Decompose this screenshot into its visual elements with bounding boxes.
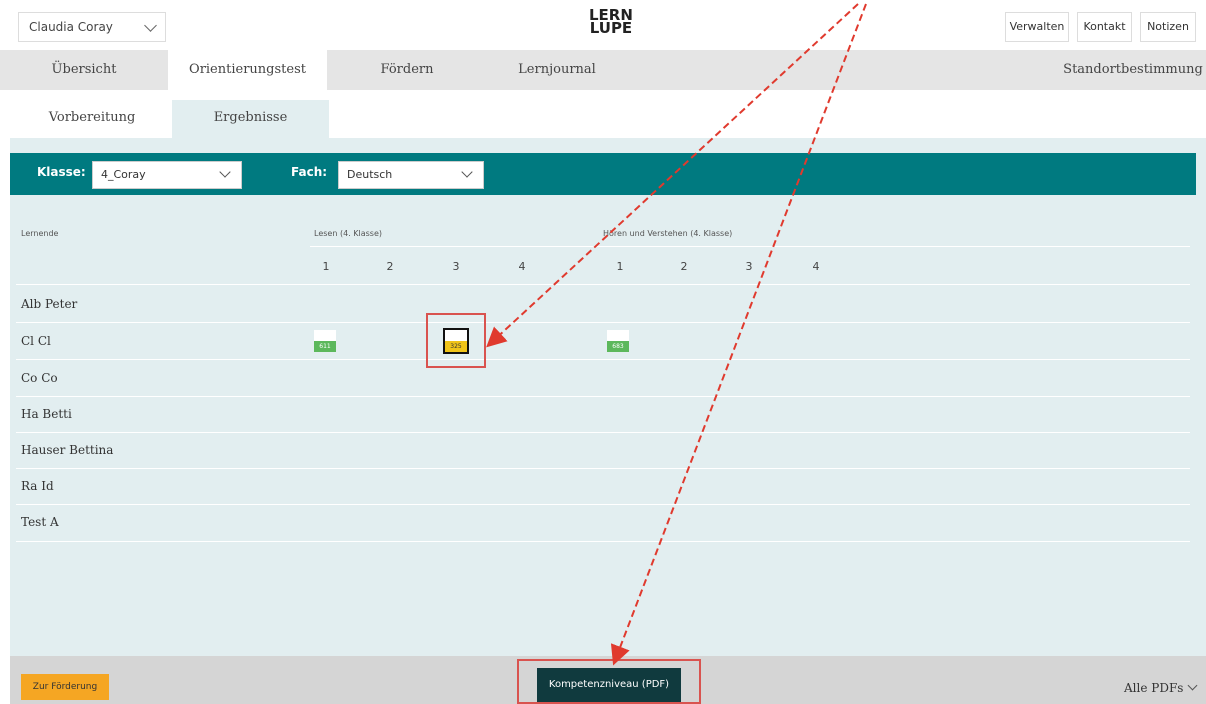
tab-orientierungstest[interactable]: Orientierungstest: [168, 50, 327, 90]
chevron-down-icon: [1187, 680, 1198, 691]
fach-value: Deutsch: [347, 168, 393, 181]
zur-foerderung-button[interactable]: Zur Förderung: [21, 674, 109, 700]
level-hoeren-2: 2: [680, 260, 688, 273]
chevron-down-icon: [144, 19, 157, 32]
level-lesen-3: 3: [452, 260, 460, 273]
student-name[interactable]: Alb Peter: [21, 297, 77, 311]
student-name[interactable]: Co Co: [21, 371, 58, 385]
user-select[interactable]: Claudia Coray: [18, 12, 166, 42]
score-value: 611: [314, 341, 336, 352]
row-divider: [16, 468, 1190, 469]
verwalten-button[interactable]: Verwalten: [1005, 12, 1069, 42]
row-divider: [16, 504, 1190, 505]
logo-line-2: LUPE: [589, 19, 633, 37]
score-cell[interactable]: 683: [607, 330, 629, 352]
tab-lernjournal[interactable]: Lernjournal: [487, 50, 627, 90]
student-name[interactable]: Hauser Bettina: [21, 443, 113, 457]
tab-vorbereitung[interactable]: Vorbereitung: [12, 100, 172, 138]
sub-tabs: Vorbereitung Ergebnisse: [0, 100, 1206, 138]
level-lesen-4: 4: [518, 260, 526, 273]
chevron-down-icon: [219, 166, 231, 178]
user-name: Claudia Coray: [29, 20, 113, 34]
top-bar: Claudia Coray LERN LUPE Verwalten Kontak…: [0, 0, 1206, 50]
klasse-label: Klasse:: [37, 165, 86, 179]
level-lesen-1: 1: [322, 260, 330, 273]
student-name[interactable]: Cl Cl: [21, 334, 51, 348]
tab-ergebnisse[interactable]: Ergebnisse: [172, 100, 329, 138]
klasse-value: 4_Coray: [101, 168, 146, 181]
row-divider: [16, 359, 1190, 360]
row-divider: [16, 284, 1190, 285]
logo: LERN LUPE: [589, 8, 633, 37]
row-divider: [16, 322, 1190, 323]
app-root: Claudia Coray LERN LUPE Verwalten Kontak…: [0, 0, 1206, 704]
kontakt-button[interactable]: Kontakt: [1077, 12, 1132, 42]
score-cell[interactable]: 611: [314, 330, 336, 352]
tab-foerdern[interactable]: Fördern: [327, 50, 487, 90]
student-name[interactable]: Test A: [21, 515, 59, 529]
column-header-hoeren: Hören und Verstehen (4. Klasse): [603, 229, 733, 238]
row-divider: [16, 432, 1190, 433]
header-divider: [310, 246, 1190, 247]
level-hoeren-1: 1: [616, 260, 624, 273]
tab-standortbestimmung[interactable]: Standortbestimmung: [1060, 50, 1206, 90]
alle-pdfs-dropdown[interactable]: Alle PDFs: [1124, 680, 1198, 695]
fach-select[interactable]: Deutsch: [338, 161, 484, 189]
filter-bar: Klasse: 4_Coray Fach: Deutsch: [10, 153, 1196, 195]
score-value: 683: [607, 341, 629, 352]
kompetenzniveau-pdf-button[interactable]: Kompetenzniveau (PDF): [537, 668, 681, 702]
row-divider: [16, 396, 1190, 397]
annotation-box-score: [426, 313, 486, 368]
student-name[interactable]: Ha Betti: [21, 407, 72, 421]
chevron-down-icon: [461, 166, 473, 178]
level-hoeren-4: 4: [812, 260, 820, 273]
notizen-button[interactable]: Notizen: [1140, 12, 1196, 42]
fach-label: Fach:: [291, 165, 328, 179]
level-lesen-2: 2: [386, 260, 394, 273]
results-panel: [10, 138, 1206, 656]
row-divider: [16, 541, 1190, 542]
level-hoeren-3: 3: [745, 260, 753, 273]
column-header-lernende: Lernende: [21, 229, 59, 238]
student-name[interactable]: Ra Id: [21, 479, 54, 493]
column-header-lesen: Lesen (4. Klasse): [314, 229, 382, 238]
main-tabs: Übersicht Orientierungstest Fördern Lern…: [0, 50, 1206, 90]
alle-pdfs-label: Alle PDFs: [1124, 681, 1184, 695]
klasse-select[interactable]: 4_Coray: [92, 161, 242, 189]
tab-uebersicht[interactable]: Übersicht: [0, 50, 168, 90]
